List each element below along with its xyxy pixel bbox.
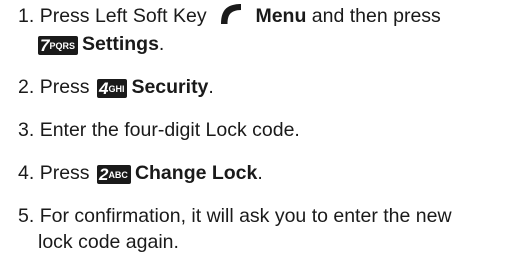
key-7-icon: 7PQRS — [38, 36, 78, 55]
settings-label: Settings — [81, 33, 159, 55]
step-text: Press Left Soft Key — [39, 5, 207, 27]
step-number: 1. — [18, 5, 35, 27]
step-number: 4. — [18, 162, 35, 184]
step-text: lock code again. — [38, 231, 179, 253]
key-2-icon: 2ABC — [96, 165, 131, 184]
step-number: 5. — [18, 205, 35, 227]
security-label: Security — [131, 76, 209, 98]
step-4: 4. Press 2ABC Change Lock. — [18, 162, 263, 184]
left-soft-key-icon — [218, 3, 242, 25]
instruction-steps: 1. Press Left Soft Key Menu and then pre… — [0, 0, 532, 259]
step-1-continued: 7PQRS Settings. — [38, 33, 165, 55]
menu-label: Menu — [255, 5, 307, 27]
step-3: 3. Enter the four-digit Lock code. — [18, 117, 300, 143]
step-1: 1. Press Left Soft Key Menu and then pre… — [18, 0, 441, 29]
step-text: Press — [39, 76, 90, 98]
key-4-icon: 4GHI — [96, 79, 128, 98]
step-number: 2. — [18, 76, 35, 98]
step-text: For confirmation, it will ask you to ent… — [39, 205, 452, 227]
change-lock-label: Change Lock — [134, 162, 258, 184]
step-text: Press — [39, 162, 90, 184]
step-text: Enter the four-digit Lock code. — [39, 119, 300, 141]
step-5-continued: lock code again. — [38, 229, 179, 255]
step-2: 2. Press 4GHI Security. — [18, 76, 214, 98]
step-5: 5. For confirmation, it will ask you to … — [18, 203, 452, 229]
step-text: and then press — [311, 5, 441, 27]
step-number: 3. — [18, 119, 35, 141]
